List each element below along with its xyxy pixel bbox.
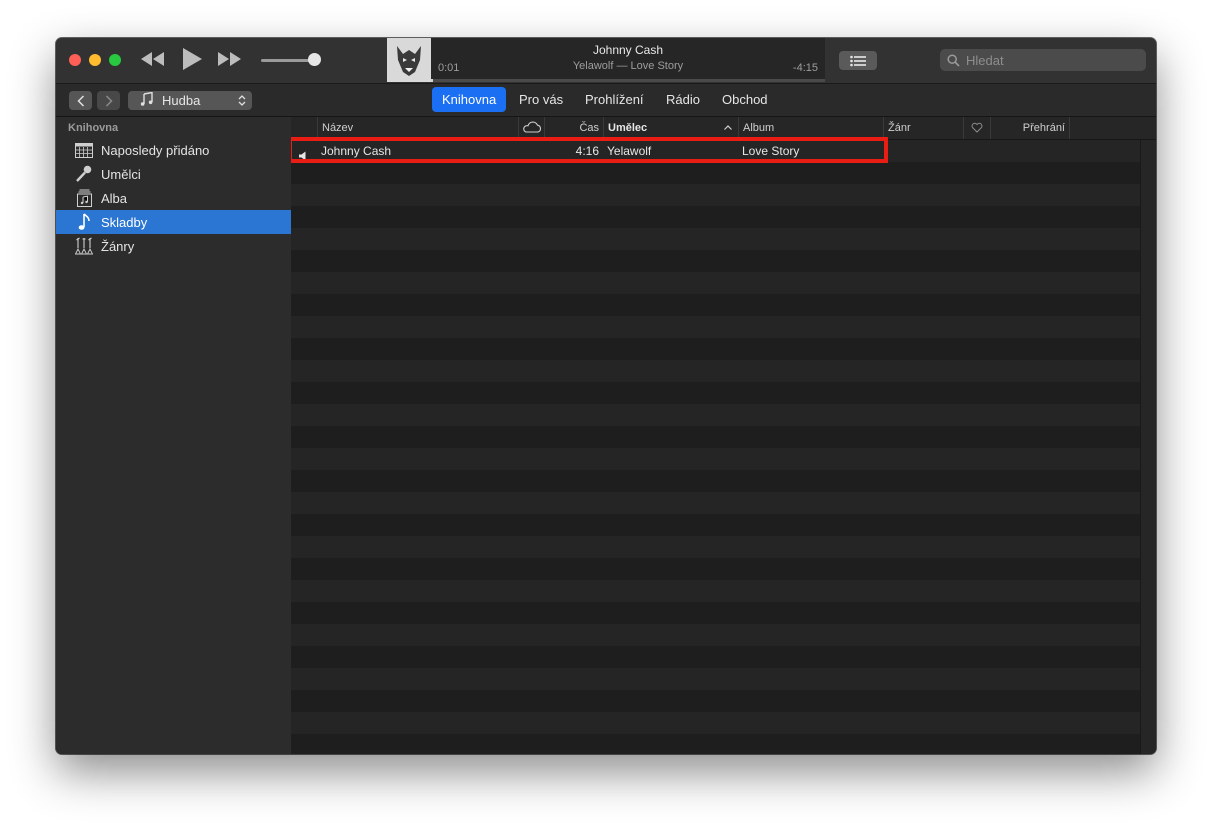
close-window-button[interactable] [69,54,81,66]
song-list: Název Čas Umělec Album Žánr Přehrání Joh… [291,117,1156,754]
sidebar-item-label: Skladby [101,214,148,230]
media-kind-label: Hudba [162,93,201,108]
media-kind-select[interactable]: Hudba [128,91,252,110]
empty-row [291,184,1141,206]
music-note-icon [140,91,154,109]
empty-row [291,448,1141,470]
empty-row [291,580,1141,602]
playback-progress-bar[interactable] [431,79,825,82]
list-icon [850,55,866,66]
empty-row [291,426,1141,448]
elapsed-time: 0:01 [438,62,460,74]
music-note-icon [74,213,94,231]
empty-row [291,470,1141,492]
empty-row [291,712,1141,734]
search-input[interactable] [966,49,1136,71]
volume-knob[interactable] [308,53,321,66]
empty-row [291,536,1141,558]
sidebar-heading: Knihovna [68,122,119,134]
empty-row [291,624,1141,646]
genres-icon [74,237,94,255]
minimize-window-button[interactable] [89,54,101,66]
empty-row [291,558,1141,580]
updown-chevron-icon [238,94,246,110]
empty-row [291,250,1141,272]
vertical-scrollbar[interactable] [1140,140,1156,754]
empty-row [291,602,1141,624]
empty-row [291,668,1141,690]
empty-row [291,162,1141,184]
empty-row [291,690,1141,712]
play-icon [183,48,202,70]
column-header-time[interactable]: Čas [544,117,603,139]
sidebar-item-label: Žánry [101,238,135,254]
empty-row [291,316,1141,338]
fast-forward-icon [218,52,241,66]
column-header-artist[interactable]: Umělec [603,117,738,139]
chevron-left-icon [76,94,84,107]
empty-row [291,514,1141,536]
empty-row [291,228,1141,250]
column-header-cloud[interactable] [518,117,544,139]
cloud-icon [523,121,541,133]
sidebar-item-label: Umělci [101,166,141,182]
search-field[interactable] [940,49,1146,71]
empty-row [291,646,1141,668]
itunes-window: Johnny Cash Yelawolf — Love Story 0:01 -… [56,38,1156,754]
up-next-button[interactable] [839,51,877,70]
empty-row [291,492,1141,514]
sidebar-item-artists[interactable]: Umělci [56,162,291,186]
column-header-album[interactable]: Album [738,117,883,139]
player-bar: Johnny Cash Yelawolf — Love Story 0:01 -… [56,38,1156,84]
play-button[interactable] [180,46,204,77]
album-artwork[interactable] [387,38,431,82]
navigation-bar: Hudba Knihovna Pro vás Prohlížení Rádio … [56,84,1156,117]
rewind-icon [141,52,164,66]
now-playing-display: Johnny Cash Yelawolf — Love Story 0:01 -… [387,38,825,82]
zoom-window-button[interactable] [109,54,121,66]
wolf-artwork-icon [387,38,431,82]
album-icon [74,189,94,207]
column-header-love[interactable] [963,117,990,139]
sidebar-item-label: Alba [101,190,128,206]
rewind-button[interactable] [140,50,166,73]
empty-row [291,382,1141,404]
empty-row [291,338,1141,360]
fast-forward-button[interactable] [216,50,242,73]
now-playing-subtitle[interactable]: Yelawolf — Love Story [431,60,825,72]
empty-row [291,360,1141,382]
sidebar-item-recently-added[interactable]: Naposledy přidáno [56,138,291,162]
column-header-genre[interactable]: Žánr [883,117,963,139]
sidebar: Knihovna Naposledy přidáno Umělci Alba S… [56,117,292,754]
tab-obchod[interactable]: Obchod [712,87,778,112]
sidebar-item-albums[interactable]: Alba [56,186,291,210]
sidebar-item-songs[interactable]: Skladby [56,210,291,234]
tab-radio[interactable]: Rádio [656,87,710,112]
forward-button[interactable] [97,91,120,110]
chevron-right-icon [105,94,113,107]
grid-icon [74,142,94,158]
tab-prohlizeni[interactable]: Prohlížení [575,87,654,112]
sidebar-item-label: Naposledy přidáno [101,142,210,158]
empty-row [291,294,1141,316]
playback-progress-fill [431,79,434,82]
empty-row [291,404,1141,426]
heart-icon [971,122,983,133]
remaining-time[interactable]: -4:15 [793,62,818,74]
microphone-icon [74,165,94,183]
empty-row [291,734,1141,754]
now-playing-title: Johnny Cash [592,43,664,57]
empty-row [291,272,1141,294]
tab-pro-vas[interactable]: Pro vás [509,87,573,112]
back-button[interactable] [69,91,92,110]
column-header-plays[interactable]: Přehrání [990,117,1070,139]
sidebar-item-genres[interactable]: Žánry [56,234,291,258]
column-header-name[interactable]: Název [317,117,518,139]
highlight-annotation [291,137,888,163]
empty-row [291,206,1141,228]
search-icon [947,54,960,72]
tab-knihovna[interactable]: Knihovna [432,87,507,112]
